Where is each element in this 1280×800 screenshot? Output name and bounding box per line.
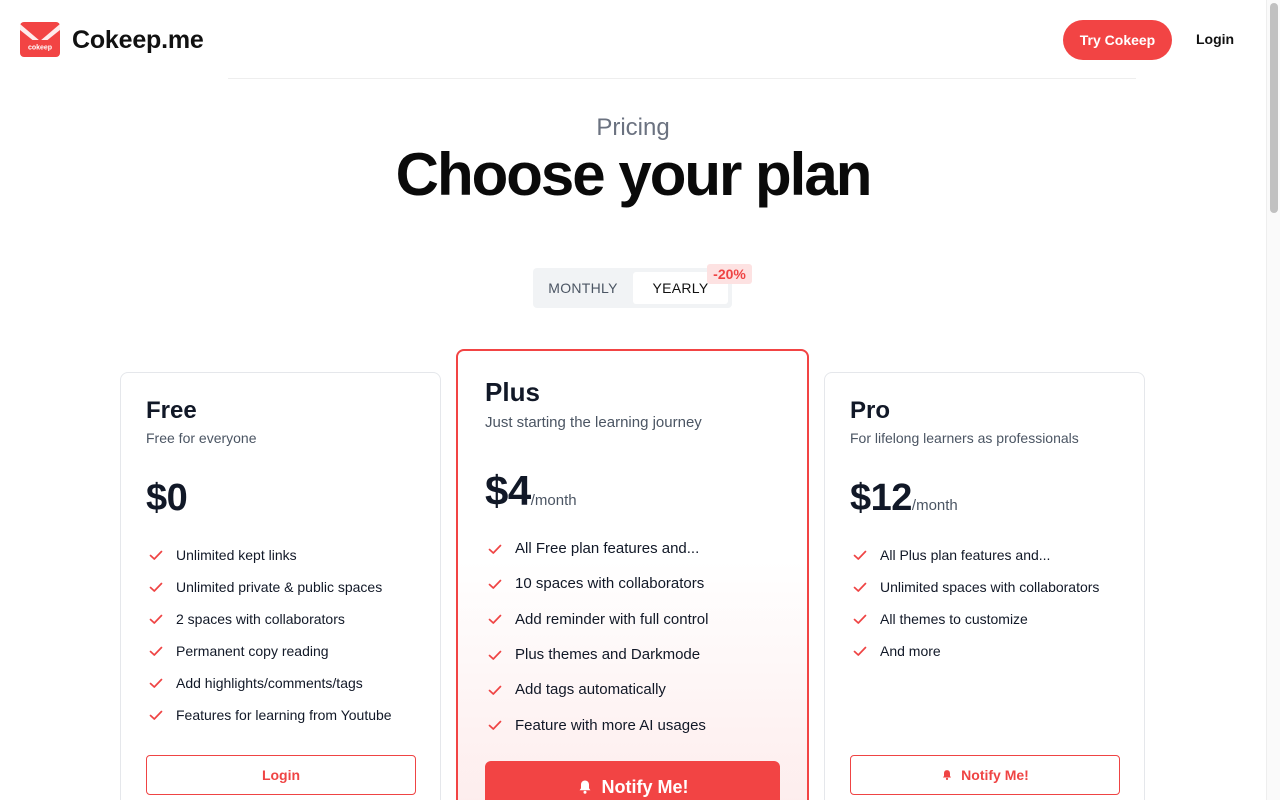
feature-item: 10 spaces with collaborators bbox=[487, 566, 708, 601]
check-icon bbox=[488, 720, 502, 730]
cokeep-logo-icon[interactable]: cokeep bbox=[19, 21, 61, 58]
feature-item: Add tags automatically bbox=[487, 672, 708, 707]
feature-text: All Plus plan features and... bbox=[880, 547, 1051, 563]
check-icon bbox=[488, 614, 502, 625]
feature-text: Add reminder with full control bbox=[515, 610, 709, 628]
feature-item: Add reminder with full control bbox=[487, 602, 708, 637]
check-icon bbox=[149, 678, 163, 688]
svg-text:cokeep: cokeep bbox=[28, 45, 52, 52]
price-amount: $12 bbox=[850, 477, 912, 519]
feature-text: 10 spaces with collaborators bbox=[515, 575, 705, 593]
plan-description: Free for everyone bbox=[146, 430, 257, 446]
pricing-eyebrow: Pricing bbox=[596, 114, 670, 141]
plan-card-free: Free Free for everyone $0 Unlimited kept… bbox=[120, 372, 441, 800]
header-divider bbox=[228, 78, 1136, 79]
check-icon bbox=[853, 582, 867, 592]
billing-toggle: MONTHLY YEARLY bbox=[533, 268, 732, 308]
feature-item: Permanent copy reading bbox=[148, 635, 392, 667]
plan-price: $4/month bbox=[485, 467, 577, 515]
login-button[interactable]: Login bbox=[146, 755, 416, 795]
button-label: Notify Me! bbox=[961, 767, 1029, 783]
feature-text: Add highlights/comments/tags bbox=[176, 675, 363, 691]
feature-text: All themes to customize bbox=[880, 611, 1028, 627]
feature-text: Add tags automatically bbox=[515, 681, 666, 699]
feature-item: And more bbox=[852, 635, 1099, 667]
scrollbar-thumb[interactable] bbox=[1270, 3, 1278, 213]
feature-item: Unlimited spaces with collaborators bbox=[852, 571, 1099, 603]
feature-item: Features for learning from Youtube bbox=[148, 699, 392, 731]
price-unit: /month bbox=[911, 497, 958, 514]
page-title: Choose your plan bbox=[395, 141, 873, 208]
feature-item: Unlimited kept links bbox=[148, 539, 392, 571]
feature-item: Add highlights/comments/tags bbox=[148, 667, 392, 699]
price-amount: $0 bbox=[146, 477, 188, 519]
bell-icon bbox=[579, 780, 590, 794]
check-icon bbox=[853, 646, 867, 656]
plan-description: Just starting the learning journey bbox=[485, 414, 702, 431]
check-icon bbox=[149, 550, 163, 560]
feature-item: Feature with more AI usages bbox=[487, 707, 708, 742]
feature-text: 2 spaces with collaborators bbox=[176, 611, 345, 627]
feature-list: All Free plan features and... 10 spaces … bbox=[487, 531, 708, 743]
check-icon bbox=[853, 614, 867, 624]
feature-text: Unlimited kept links bbox=[176, 547, 297, 563]
login-link[interactable]: Login bbox=[1196, 31, 1234, 47]
feature-item: Plus themes and Darkmode bbox=[487, 637, 708, 672]
check-icon bbox=[488, 544, 502, 554]
feature-item: All Free plan features and... bbox=[487, 531, 708, 566]
plan-card-plus: Plus Just starting the learning journey … bbox=[456, 349, 809, 800]
feature-item: Unlimited private & public spaces bbox=[148, 571, 392, 603]
try-cokeep-button[interactable]: Try Cokeep bbox=[1063, 20, 1172, 60]
check-icon bbox=[488, 650, 502, 660]
check-icon bbox=[149, 646, 163, 656]
check-icon bbox=[149, 582, 163, 592]
feature-text: Feature with more AI usages bbox=[515, 716, 706, 734]
feature-text: Plus themes and Darkmode bbox=[515, 646, 701, 664]
check-icon bbox=[488, 579, 502, 589]
discount-badge: -20% bbox=[707, 264, 752, 284]
price-unit: /month bbox=[530, 492, 577, 509]
feature-text: All Free plan features and... bbox=[515, 540, 700, 558]
feature-list: Unlimited kept links Unlimited private &… bbox=[148, 539, 392, 731]
monthly-toggle-option[interactable]: MONTHLY bbox=[533, 268, 633, 308]
feature-text: And more bbox=[880, 643, 941, 659]
plan-name: Plus bbox=[485, 377, 540, 407]
site-header: cokeep Cokeep.me Try Cokeep Login bbox=[0, 0, 1266, 80]
feature-item: All Plus plan features and... bbox=[852, 539, 1099, 571]
page-scrollbar[interactable] bbox=[1266, 0, 1280, 800]
feature-text: Unlimited private & public spaces bbox=[176, 579, 383, 595]
feature-item: 2 spaces with collaborators bbox=[148, 603, 392, 635]
plan-name: Pro bbox=[850, 397, 891, 424]
check-icon bbox=[149, 614, 163, 624]
check-icon bbox=[488, 685, 502, 695]
plan-price: $0 bbox=[146, 477, 188, 520]
feature-list: All Plus plan features and... Unlimited … bbox=[852, 539, 1099, 667]
feature-text: Permanent copy reading bbox=[176, 643, 329, 659]
check-icon bbox=[853, 550, 867, 560]
notify-me-button[interactable]: Notify Me! bbox=[850, 755, 1120, 795]
feature-item: All themes to customize bbox=[852, 603, 1099, 635]
button-label: Notify Me! bbox=[601, 776, 689, 797]
check-icon bbox=[149, 710, 163, 720]
bell-icon bbox=[943, 770, 952, 781]
brand-name[interactable]: Cokeep.me bbox=[72, 26, 204, 55]
feature-text: Features for learning from Youtube bbox=[176, 707, 392, 723]
plan-card-pro: Pro For lifelong learners as professiona… bbox=[824, 372, 1145, 800]
plan-name: Free bbox=[146, 397, 197, 424]
plan-price: $12/month bbox=[850, 477, 958, 520]
plan-description: For lifelong learners as professionals bbox=[850, 430, 1079, 446]
price-amount: $4 bbox=[485, 467, 531, 514]
notify-me-button[interactable]: Notify Me! bbox=[485, 761, 780, 800]
feature-text: Unlimited spaces with collaborators bbox=[880, 579, 1100, 595]
